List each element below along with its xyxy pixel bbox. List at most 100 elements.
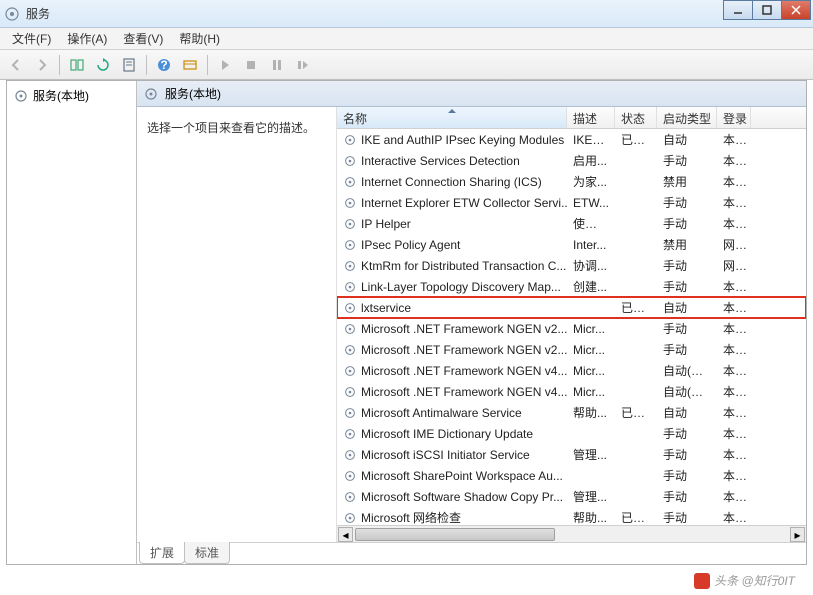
tab-standard[interactable]: 标准	[184, 542, 230, 564]
pause-service-button[interactable]	[265, 53, 289, 77]
cell-startup: 手动	[657, 425, 717, 442]
list-rows[interactable]: IKE and AuthIP IPsec Keying ModulesIKEE.…	[337, 129, 806, 525]
service-row[interactable]: Microsoft .NET Framework NGEN v2...Micr.…	[337, 318, 806, 339]
cell-logon: 本地	[717, 425, 751, 442]
menubar: 文件(F) 操作(A) 查看(V) 帮助(H)	[0, 28, 813, 50]
col-desc[interactable]: 描述	[567, 107, 615, 128]
export-button[interactable]	[117, 53, 141, 77]
cell-logon: 本地	[717, 509, 751, 525]
cell-logon: 本地	[717, 467, 751, 484]
cell-startup: 手动	[657, 509, 717, 525]
start-service-button[interactable]	[213, 53, 237, 77]
gear-icon	[343, 322, 357, 336]
cell-startup: 自动	[657, 131, 717, 148]
restart-service-button[interactable]	[291, 53, 315, 77]
col-startup[interactable]: 启动类型	[657, 107, 717, 128]
panel-body: 选择一个项目来查看它的描述。 名称 描述 状态 启动类型 登录 IKE and …	[137, 107, 806, 542]
cell-name: Microsoft 网络检查	[337, 509, 567, 525]
cell-name: IKE and AuthIP IPsec Keying Modules	[337, 133, 567, 147]
gear-icon	[343, 217, 357, 231]
service-row[interactable]: Microsoft .NET Framework NGEN v2...Micr.…	[337, 339, 806, 360]
cell-logon: 本地	[717, 131, 751, 148]
col-logon[interactable]: 登录	[717, 107, 751, 128]
cell-logon: 本地	[717, 152, 751, 169]
maximize-button[interactable]	[752, 0, 782, 20]
cell-desc: 帮助...	[567, 404, 615, 421]
gear-icon	[343, 511, 357, 525]
cell-desc: 为家...	[567, 173, 615, 190]
scroll-left-icon[interactable]: ◂	[338, 527, 353, 542]
menu-action[interactable]: 操作(A)	[59, 28, 115, 49]
tree-root-item[interactable]: 服务(本地)	[11, 85, 132, 106]
gear-icon	[343, 175, 357, 189]
service-row[interactable]: Microsoft iSCSI Initiator Service管理...手动…	[337, 444, 806, 465]
gear-icon	[343, 259, 357, 273]
cell-startup: 手动	[657, 320, 717, 337]
window-title: 服务	[26, 5, 50, 22]
col-status[interactable]: 状态	[615, 107, 657, 128]
menu-view[interactable]: 查看(V)	[115, 28, 171, 49]
gear-icon	[143, 86, 159, 102]
cell-desc: Micr...	[567, 322, 615, 336]
cell-logon: 本地	[717, 173, 751, 190]
cell-name: Microsoft IME Dictionary Update	[337, 427, 567, 441]
scroll-thumb[interactable]	[355, 528, 555, 541]
tab-extended[interactable]: 扩展	[139, 542, 185, 564]
service-row[interactable]: KtmRm for Distributed Transaction C...协调…	[337, 255, 806, 276]
gear-icon	[343, 385, 357, 399]
service-row[interactable]: Microsoft .NET Framework NGEN v4...Micr.…	[337, 360, 806, 381]
cell-status: 已启动	[615, 509, 657, 525]
col-name[interactable]: 名称	[337, 107, 567, 128]
service-row[interactable]: Microsoft 网络检查帮助...已启动手动本地	[337, 507, 806, 525]
details-pane: 服务(本地) 选择一个项目来查看它的描述。 名称 描述 状态 启动类型 登录 I…	[137, 81, 806, 564]
menu-file[interactable]: 文件(F)	[4, 28, 59, 49]
cell-logon: 本地	[717, 383, 751, 400]
scroll-right-icon[interactable]: ▸	[790, 527, 805, 542]
cell-logon: 本地	[717, 446, 751, 463]
menu-help[interactable]: 帮助(H)	[171, 28, 228, 49]
cell-startup: 禁用	[657, 236, 717, 253]
horizontal-scrollbar[interactable]: ◂ ▸	[337, 525, 806, 542]
help-button[interactable]: ?	[152, 53, 176, 77]
service-row[interactable]: Microsoft Antimalware Service帮助...已启动自动本…	[337, 402, 806, 423]
toolbar: ?	[0, 50, 813, 80]
service-row[interactable]: Microsoft .NET Framework NGEN v4...Micr.…	[337, 381, 806, 402]
forward-button[interactable]	[30, 53, 54, 77]
back-button[interactable]	[4, 53, 28, 77]
service-row[interactable]: IPsec Policy AgentInter...禁用网络	[337, 234, 806, 255]
cell-name: KtmRm for Distributed Transaction C...	[337, 259, 567, 273]
service-row[interactable]: Link-Layer Topology Discovery Map...创建..…	[337, 276, 806, 297]
watermark-logo-icon	[694, 573, 710, 589]
service-row[interactable]: lxtservice已启动自动本地	[337, 297, 806, 318]
service-row[interactable]: IKE and AuthIP IPsec Keying ModulesIKEE.…	[337, 129, 806, 150]
cell-startup: 手动	[657, 278, 717, 295]
service-row[interactable]: IP Helper使用 ...手动本地	[337, 213, 806, 234]
watermark-text: 头条 @知行0IT	[714, 572, 795, 589]
show-hide-tree-button[interactable]	[65, 53, 89, 77]
stop-service-button[interactable]	[239, 53, 263, 77]
tree-pane: 服务(本地)	[7, 81, 137, 564]
services-list: 名称 描述 状态 启动类型 登录 IKE and AuthIP IPsec Ke…	[337, 107, 806, 542]
cell-desc: 管理...	[567, 488, 615, 505]
cell-logon: 本地	[717, 194, 751, 211]
gear-icon	[343, 427, 357, 441]
refresh-button[interactable]	[91, 53, 115, 77]
cell-startup: 禁用	[657, 173, 717, 190]
service-row[interactable]: Internet Explorer ETW Collector Servi...…	[337, 192, 806, 213]
panel-header: 服务(本地)	[137, 81, 806, 107]
properties-button[interactable]	[178, 53, 202, 77]
minimize-button[interactable]	[723, 0, 753, 20]
service-row[interactable]: Internet Connection Sharing (ICS)为家...禁用…	[337, 171, 806, 192]
service-row[interactable]: Interactive Services Detection启用...手动本地	[337, 150, 806, 171]
cell-name: Microsoft iSCSI Initiator Service	[337, 448, 567, 462]
cell-startup: 手动	[657, 446, 717, 463]
service-row[interactable]: Microsoft SharePoint Workspace Au...手动本地	[337, 465, 806, 486]
service-row[interactable]: Microsoft Software Shadow Copy Pr...管理..…	[337, 486, 806, 507]
cell-desc: IKEE...	[567, 133, 615, 147]
cell-desc: 使用 ...	[567, 215, 615, 232]
close-button[interactable]	[781, 0, 811, 20]
cell-startup: 手动	[657, 488, 717, 505]
description-panel: 选择一个项目来查看它的描述。	[137, 107, 337, 542]
service-row[interactable]: Microsoft IME Dictionary Update 手动本地	[337, 423, 806, 444]
cell-logon: 网络	[717, 236, 751, 253]
